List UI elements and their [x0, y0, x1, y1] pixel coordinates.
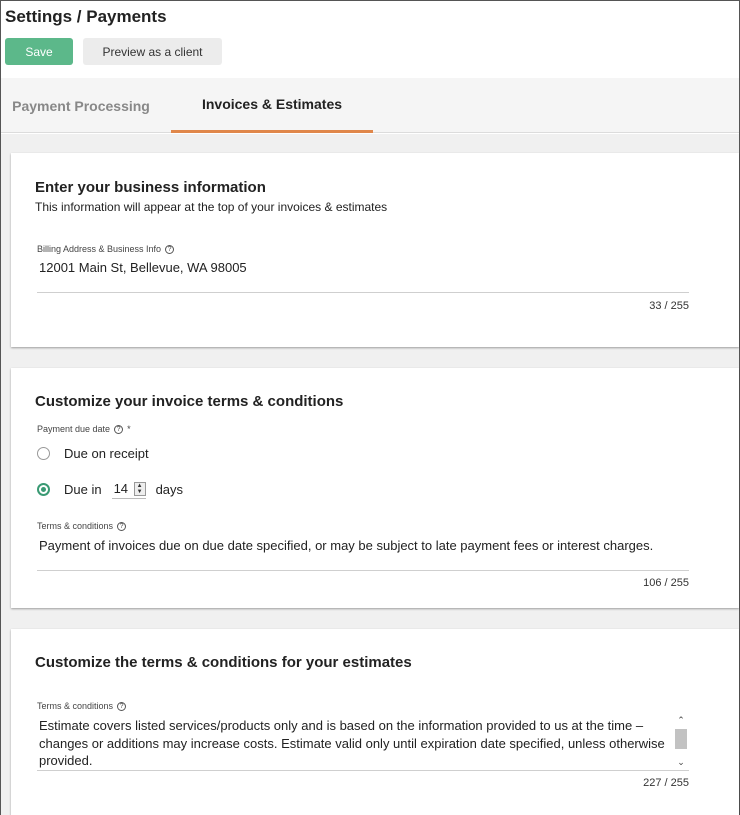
preview-as-client-button[interactable]: Preview as a client [83, 38, 222, 65]
required-mark: * [127, 424, 131, 434]
payment-due-date-label: Payment due date ? * [37, 424, 131, 434]
save-button[interactable]: Save [5, 38, 73, 65]
estimate-terms-card: Customize the terms & conditions for you… [11, 629, 739, 815]
stepper-arrows[interactable]: ▲ ▼ [133, 481, 146, 496]
invoice-terms-label: Terms & conditions ? [37, 521, 127, 531]
invoice-terms-card: Customize your invoice terms & condition… [11, 368, 739, 608]
due-on-receipt-label: Due on receipt [64, 446, 149, 461]
estimate-terms-label-text: Terms & conditions [37, 701, 114, 711]
help-icon[interactable]: ? [114, 424, 124, 434]
due-on-receipt-option[interactable]: Due on receipt [37, 446, 149, 461]
estimate-terms-textarea[interactable]: Estimate covers listed services/products… [39, 717, 689, 769]
scroll-down-icon[interactable]: ⌄ [673, 757, 689, 769]
tab-bar: Payment Processing Invoices & Estimates [1, 78, 739, 133]
invoice-terms-label-text: Terms & conditions [37, 521, 114, 531]
scroll-thumb[interactable] [675, 729, 687, 749]
billing-address-underline [37, 292, 689, 293]
payment-due-date-label-text: Payment due date [37, 424, 111, 434]
invoice-terms-underline [37, 570, 689, 571]
invoice-terms-title: Customize your invoice terms & condition… [35, 393, 344, 410]
tab-invoices-estimates[interactable]: Invoices & Estimates [171, 78, 373, 133]
estimate-terms-counter: 227 / 255 [643, 777, 689, 789]
billing-address-input[interactable]: 12001 Main St, Bellevue, WA 98005 [39, 260, 247, 275]
days-label: days [155, 481, 184, 497]
estimate-terms-scrollbar[interactable]: ⌃ ⌄ [673, 715, 689, 769]
help-icon[interactable]: ? [165, 244, 175, 254]
due-on-receipt-radio[interactable] [37, 447, 50, 460]
billing-address-label: Billing Address & Business Info ? [37, 244, 175, 254]
business-info-title: Enter your business information [35, 179, 266, 196]
help-icon[interactable]: ? [117, 521, 127, 531]
invoice-terms-counter: 106 / 255 [643, 577, 689, 589]
help-icon[interactable]: ? [117, 701, 127, 711]
due-in-label: Due in [64, 481, 102, 497]
billing-address-counter: 33 / 255 [649, 300, 689, 312]
due-in-radio[interactable] [37, 482, 50, 496]
estimate-terms-label: Terms & conditions ? [37, 701, 127, 711]
scroll-up-icon[interactable]: ⌃ [673, 715, 689, 727]
estimate-terms-title: Customize the terms & conditions for you… [35, 654, 412, 671]
due-days-stepper[interactable]: 14 ▲ ▼ [111, 479, 146, 499]
tab-payment-processing[interactable]: Payment Processing [1, 78, 161, 133]
invoice-terms-input[interactable]: Payment of invoices due on due date spec… [39, 538, 653, 553]
estimate-terms-underline [37, 770, 689, 771]
decrement-icon[interactable]: ▼ [135, 489, 145, 495]
due-in-option[interactable]: Due in 14 ▲ ▼ days [37, 479, 183, 499]
business-info-card: Enter your business information This inf… [11, 153, 739, 347]
business-info-subtitle: This information will appear at the top … [35, 200, 388, 214]
due-days-value[interactable]: 14 [112, 481, 134, 496]
billing-address-label-text: Billing Address & Business Info [37, 244, 162, 254]
page-title: Settings / Payments [5, 7, 167, 26]
